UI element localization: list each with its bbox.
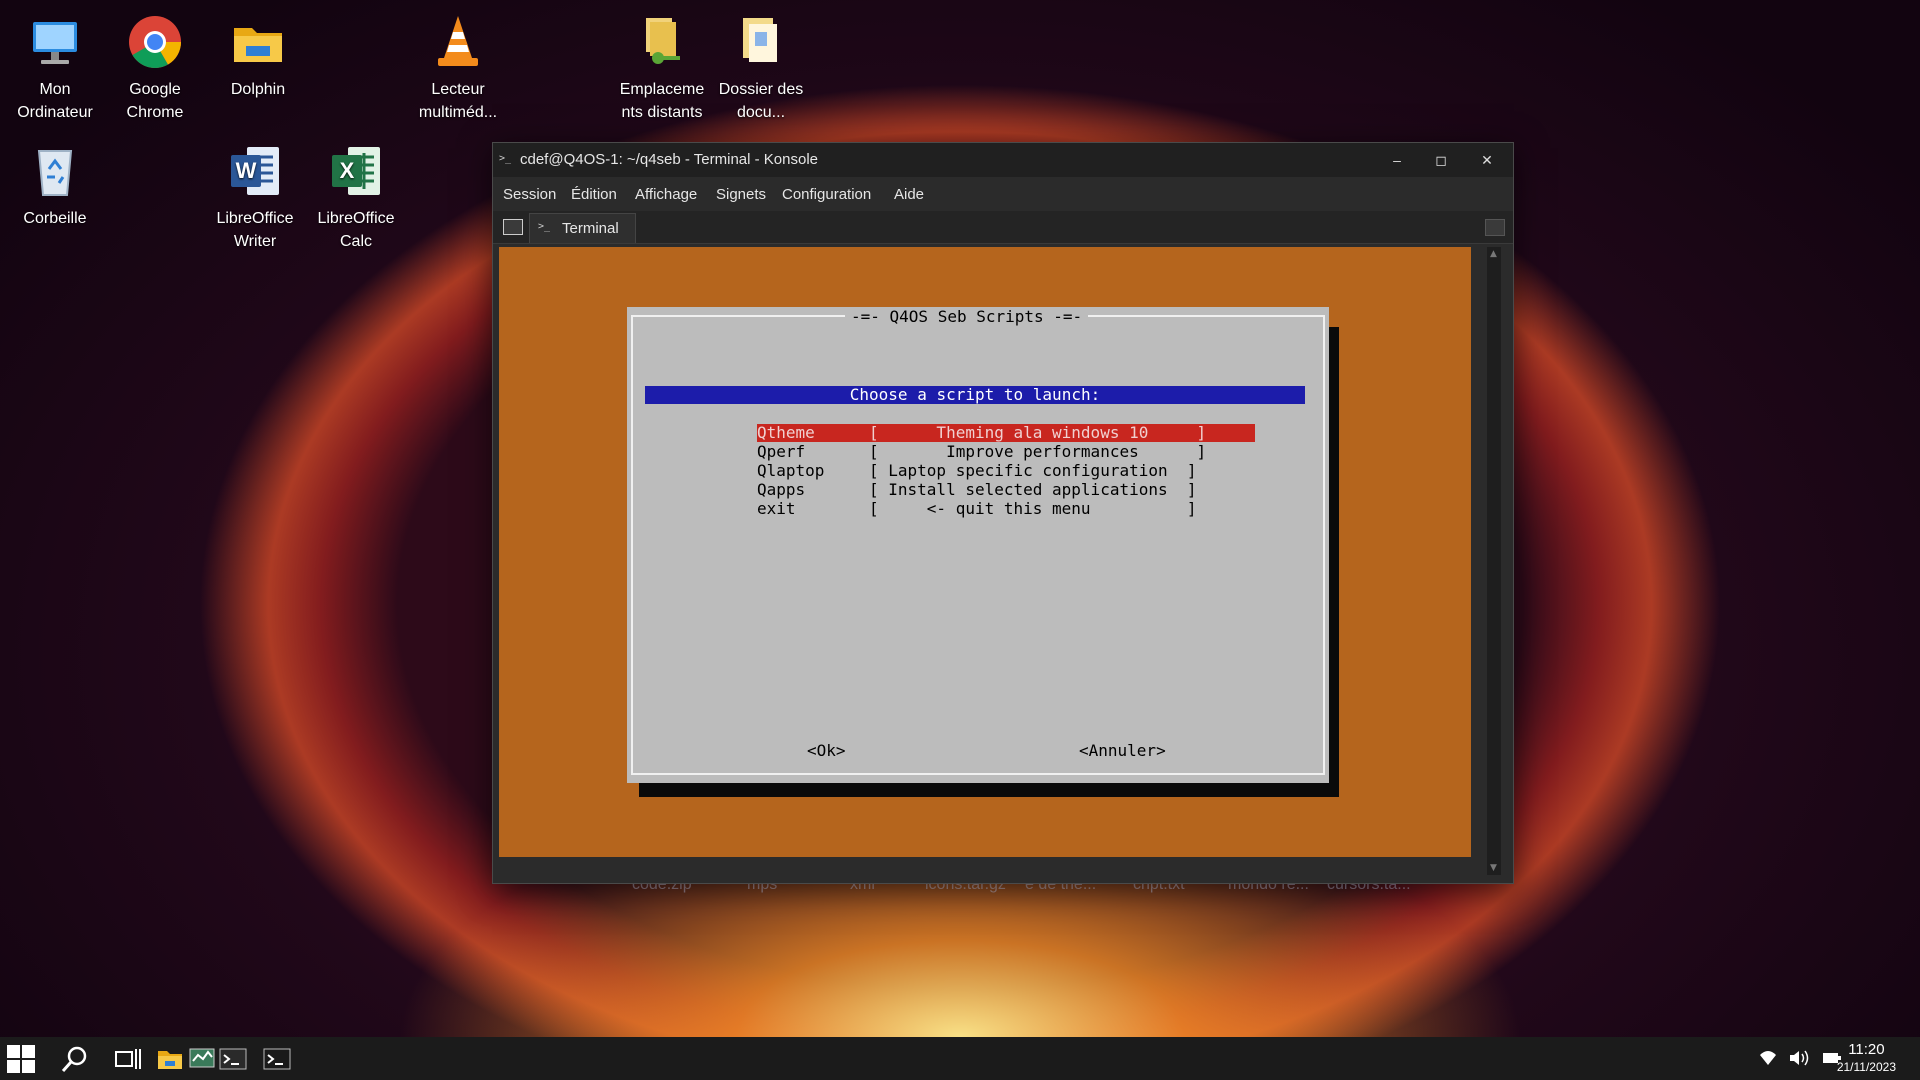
menu-item-qperf[interactable]: Qperf [ Improve performances ] xyxy=(757,442,1206,461)
desktop-icon-label: Corbeille xyxy=(23,210,87,227)
menu-item-qlaptop[interactable]: Qlaptop [ Laptop specific configuration ] xyxy=(757,461,1197,480)
system-monitor-icon[interactable] xyxy=(189,1047,215,1073)
item-desc: [ Install selected applications ] xyxy=(869,480,1197,499)
desktop-icon-google-chrome[interactable]: Google Chrome xyxy=(107,14,203,124)
clock-date: 21/11/2023 xyxy=(1836,1060,1896,1074)
desktop-icon-mon-ordinateur[interactable]: Mon Ordinateur xyxy=(7,14,103,124)
window-title: cdef@Q4OS-1: ~/q4seb - Terminal - Konsol… xyxy=(520,151,819,168)
vlc-cone-icon xyxy=(430,14,486,70)
network-folder-icon xyxy=(634,14,690,70)
desktop-icon-label: Dossier des docu... xyxy=(718,81,804,121)
ok-button[interactable]: <Ok> xyxy=(807,741,846,760)
network-wifi-icon[interactable] xyxy=(1758,1049,1778,1075)
konsole-running-icon[interactable] xyxy=(263,1047,291,1073)
terminal-icon: >_ xyxy=(499,153,512,164)
desktop-icon-dolphin[interactable]: Dolphin xyxy=(210,14,306,101)
desktop-icon-corbeille[interactable]: Corbeille xyxy=(7,143,103,230)
terminal-area[interactable]: -=- Q4OS Seb Scripts -=- Choose a script… xyxy=(499,247,1471,857)
svg-text:X: X xyxy=(340,158,355,183)
item-tag: exit xyxy=(757,499,796,518)
menu-item-qtheme[interactable]: Qtheme [ Theming ala windows 10 ] xyxy=(757,424,1255,442)
task-view-icon[interactable] xyxy=(114,1046,142,1072)
desktop-icon-emplacements-distants[interactable]: Emplaceme nts distants xyxy=(614,14,710,124)
desktop-icon-label: Dolphin xyxy=(230,81,286,98)
dialog-prompt: Choose a script to launch: xyxy=(645,386,1305,404)
new-tab-icon[interactable] xyxy=(503,219,523,235)
dialog-title: -=- Q4OS Seb Scripts -=- xyxy=(845,307,1089,326)
konsole-window: >_ cdef@Q4OS-1: ~/q4seb - Terminal - Kon… xyxy=(492,142,1514,884)
close-tab-icon[interactable] xyxy=(1485,219,1505,236)
desktop-icon-libreoffice-calc[interactable]: X LibreOffice Calc xyxy=(308,143,404,253)
desktop-icon-vlc[interactable]: Lecteur multiméd... xyxy=(410,14,506,124)
computer-icon xyxy=(27,14,83,70)
menu-item-exit[interactable]: exit [ <- quit this menu ] xyxy=(757,499,1197,518)
menu-bar: Session Édition Affichage Signets Config… xyxy=(493,177,1513,211)
menu-session[interactable]: Session xyxy=(503,186,556,203)
menu-configuration[interactable]: Configuration xyxy=(782,186,871,203)
maximize-button[interactable]: ◻ xyxy=(1419,147,1463,173)
close-button[interactable]: ✕ xyxy=(1465,147,1509,173)
desktop-icon-libreoffice-writer[interactable]: W LibreOffice Writer xyxy=(207,143,303,253)
volume-icon[interactable] xyxy=(1788,1048,1810,1074)
tab-label: Terminal xyxy=(562,220,619,237)
cancel-button[interactable]: <Annuler> xyxy=(1079,741,1166,760)
folder-icon xyxy=(230,14,286,70)
menu-affichage[interactable]: Affichage xyxy=(635,186,697,203)
spreadsheet-icon: X xyxy=(328,143,384,199)
item-tag: Qperf xyxy=(757,442,806,461)
terminal-icon: >_ xyxy=(538,221,551,232)
scrollbar[interactable]: ▲ ▼ xyxy=(1487,247,1501,875)
desktop-icon-label: Lecteur multiméd... xyxy=(418,81,498,121)
desktop-icon-dossier-documents[interactable]: Dossier des docu... xyxy=(713,14,809,124)
item-desc: [ Improve performances ] xyxy=(869,442,1207,461)
svg-text:W: W xyxy=(236,158,257,183)
menu-edition[interactable]: Édition xyxy=(571,186,617,203)
item-desc: [ Laptop specific configuration ] xyxy=(869,461,1197,480)
menu-signets[interactable]: Signets xyxy=(716,186,766,203)
whiptail-dialog: -=- Q4OS Seb Scripts -=- Choose a script… xyxy=(627,307,1329,783)
menu-item-qapps[interactable]: Qapps [ Install selected applications ] xyxy=(757,480,1197,499)
item-desc: [ Theming ala windows 10 ] xyxy=(869,423,1207,442)
desktop-icon-label: Mon Ordinateur xyxy=(17,81,93,121)
konsole-taskbar-icon[interactable] xyxy=(219,1047,247,1073)
chrome-icon xyxy=(127,14,183,70)
tab-bar: >_ Terminal xyxy=(493,211,1513,244)
item-tag: Qapps xyxy=(757,480,806,499)
item-tag: Qlaptop xyxy=(757,461,825,480)
item-desc: [ <- quit this menu ] xyxy=(869,499,1197,518)
desktop-icon-label: Google Chrome xyxy=(126,81,184,121)
clock-time: 11:20 xyxy=(1848,1041,1885,1058)
start-menu-icon[interactable] xyxy=(6,1044,36,1073)
dialog-frame xyxy=(631,315,1325,775)
tab-terminal[interactable]: >_ Terminal xyxy=(529,213,636,243)
desktop-icon-label: Emplaceme nts distants xyxy=(619,81,705,121)
minimize-button[interactable]: – xyxy=(1375,147,1419,173)
scroll-down-arrow-icon[interactable]: ▼ xyxy=(1490,863,1497,873)
word-document-icon: W xyxy=(227,143,283,199)
documents-folder-icon xyxy=(733,14,789,70)
scroll-up-arrow-icon[interactable]: ▲ xyxy=(1490,249,1497,259)
desktop-icon-label: LibreOffice Writer xyxy=(216,210,294,250)
clock[interactable]: 11:20 21/11/2023 xyxy=(1837,1041,1896,1075)
item-tag: Qtheme xyxy=(757,423,815,442)
menu-aide[interactable]: Aide xyxy=(894,186,924,203)
search-icon[interactable] xyxy=(60,1044,90,1072)
title-bar[interactable]: >_ cdef@Q4OS-1: ~/q4seb - Terminal - Kon… xyxy=(493,143,1513,177)
taskbar: 11:20 21/11/2023 xyxy=(0,1037,1920,1080)
recycle-bin-icon xyxy=(27,143,83,199)
desktop-icon-label: LibreOffice Calc xyxy=(317,210,395,250)
file-manager-icon[interactable] xyxy=(157,1047,183,1073)
